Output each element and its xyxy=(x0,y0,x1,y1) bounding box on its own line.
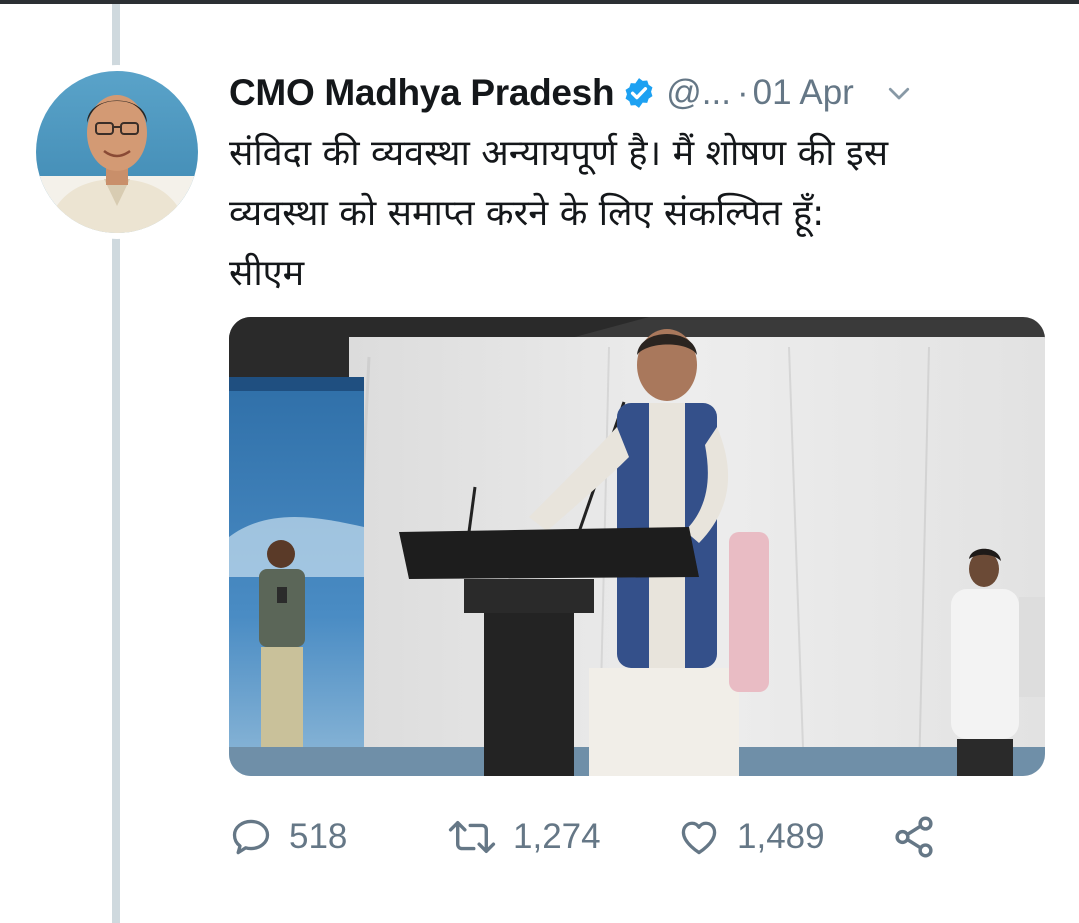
user-handle[interactable]: @... xyxy=(666,73,731,113)
retweet-count: 1,274 xyxy=(513,817,601,856)
tweet-actions: 518 1,274 1,489 xyxy=(229,812,949,862)
chevron-down-icon[interactable] xyxy=(884,78,914,108)
tweet-text-line: व्यवस्था को समाप्त करने के लिए संकल्पित … xyxy=(229,193,825,234)
like-button[interactable]: 1,489 xyxy=(677,812,825,862)
verified-badge-icon xyxy=(622,76,656,110)
reply-button[interactable]: 518 xyxy=(229,812,347,862)
tweet-text: संविदा की व्यवस्था अन्यायपूर्ण है। मैं श… xyxy=(229,124,1059,304)
share-button[interactable] xyxy=(891,812,937,862)
tweet-text-line: संविदा की व्यवस्था अन्यायपूर्ण है। मैं श… xyxy=(229,133,889,174)
tweet-text-line: सीएम xyxy=(229,253,305,294)
tweet-date[interactable]: 01 Apr xyxy=(753,73,854,113)
retweet-icon xyxy=(447,815,497,859)
display-name[interactable]: CMO Madhya Pradesh xyxy=(229,72,615,114)
reply-count: 518 xyxy=(289,817,348,856)
top-border xyxy=(0,0,1079,4)
event-photo xyxy=(229,317,1045,776)
like-count: 1,489 xyxy=(737,817,825,856)
tweet-media-photo[interactable] xyxy=(229,317,1045,776)
retweet-button[interactable]: 1,274 xyxy=(447,812,601,862)
share-icon xyxy=(891,814,937,860)
heart-icon xyxy=(677,815,721,859)
avatar-image xyxy=(36,71,198,233)
reply-icon xyxy=(229,815,273,859)
separator-dot: · xyxy=(736,73,749,112)
avatar[interactable] xyxy=(36,71,198,233)
tweet-header: CMO Madhya Pradesh @... · 01 Apr xyxy=(229,70,1059,116)
